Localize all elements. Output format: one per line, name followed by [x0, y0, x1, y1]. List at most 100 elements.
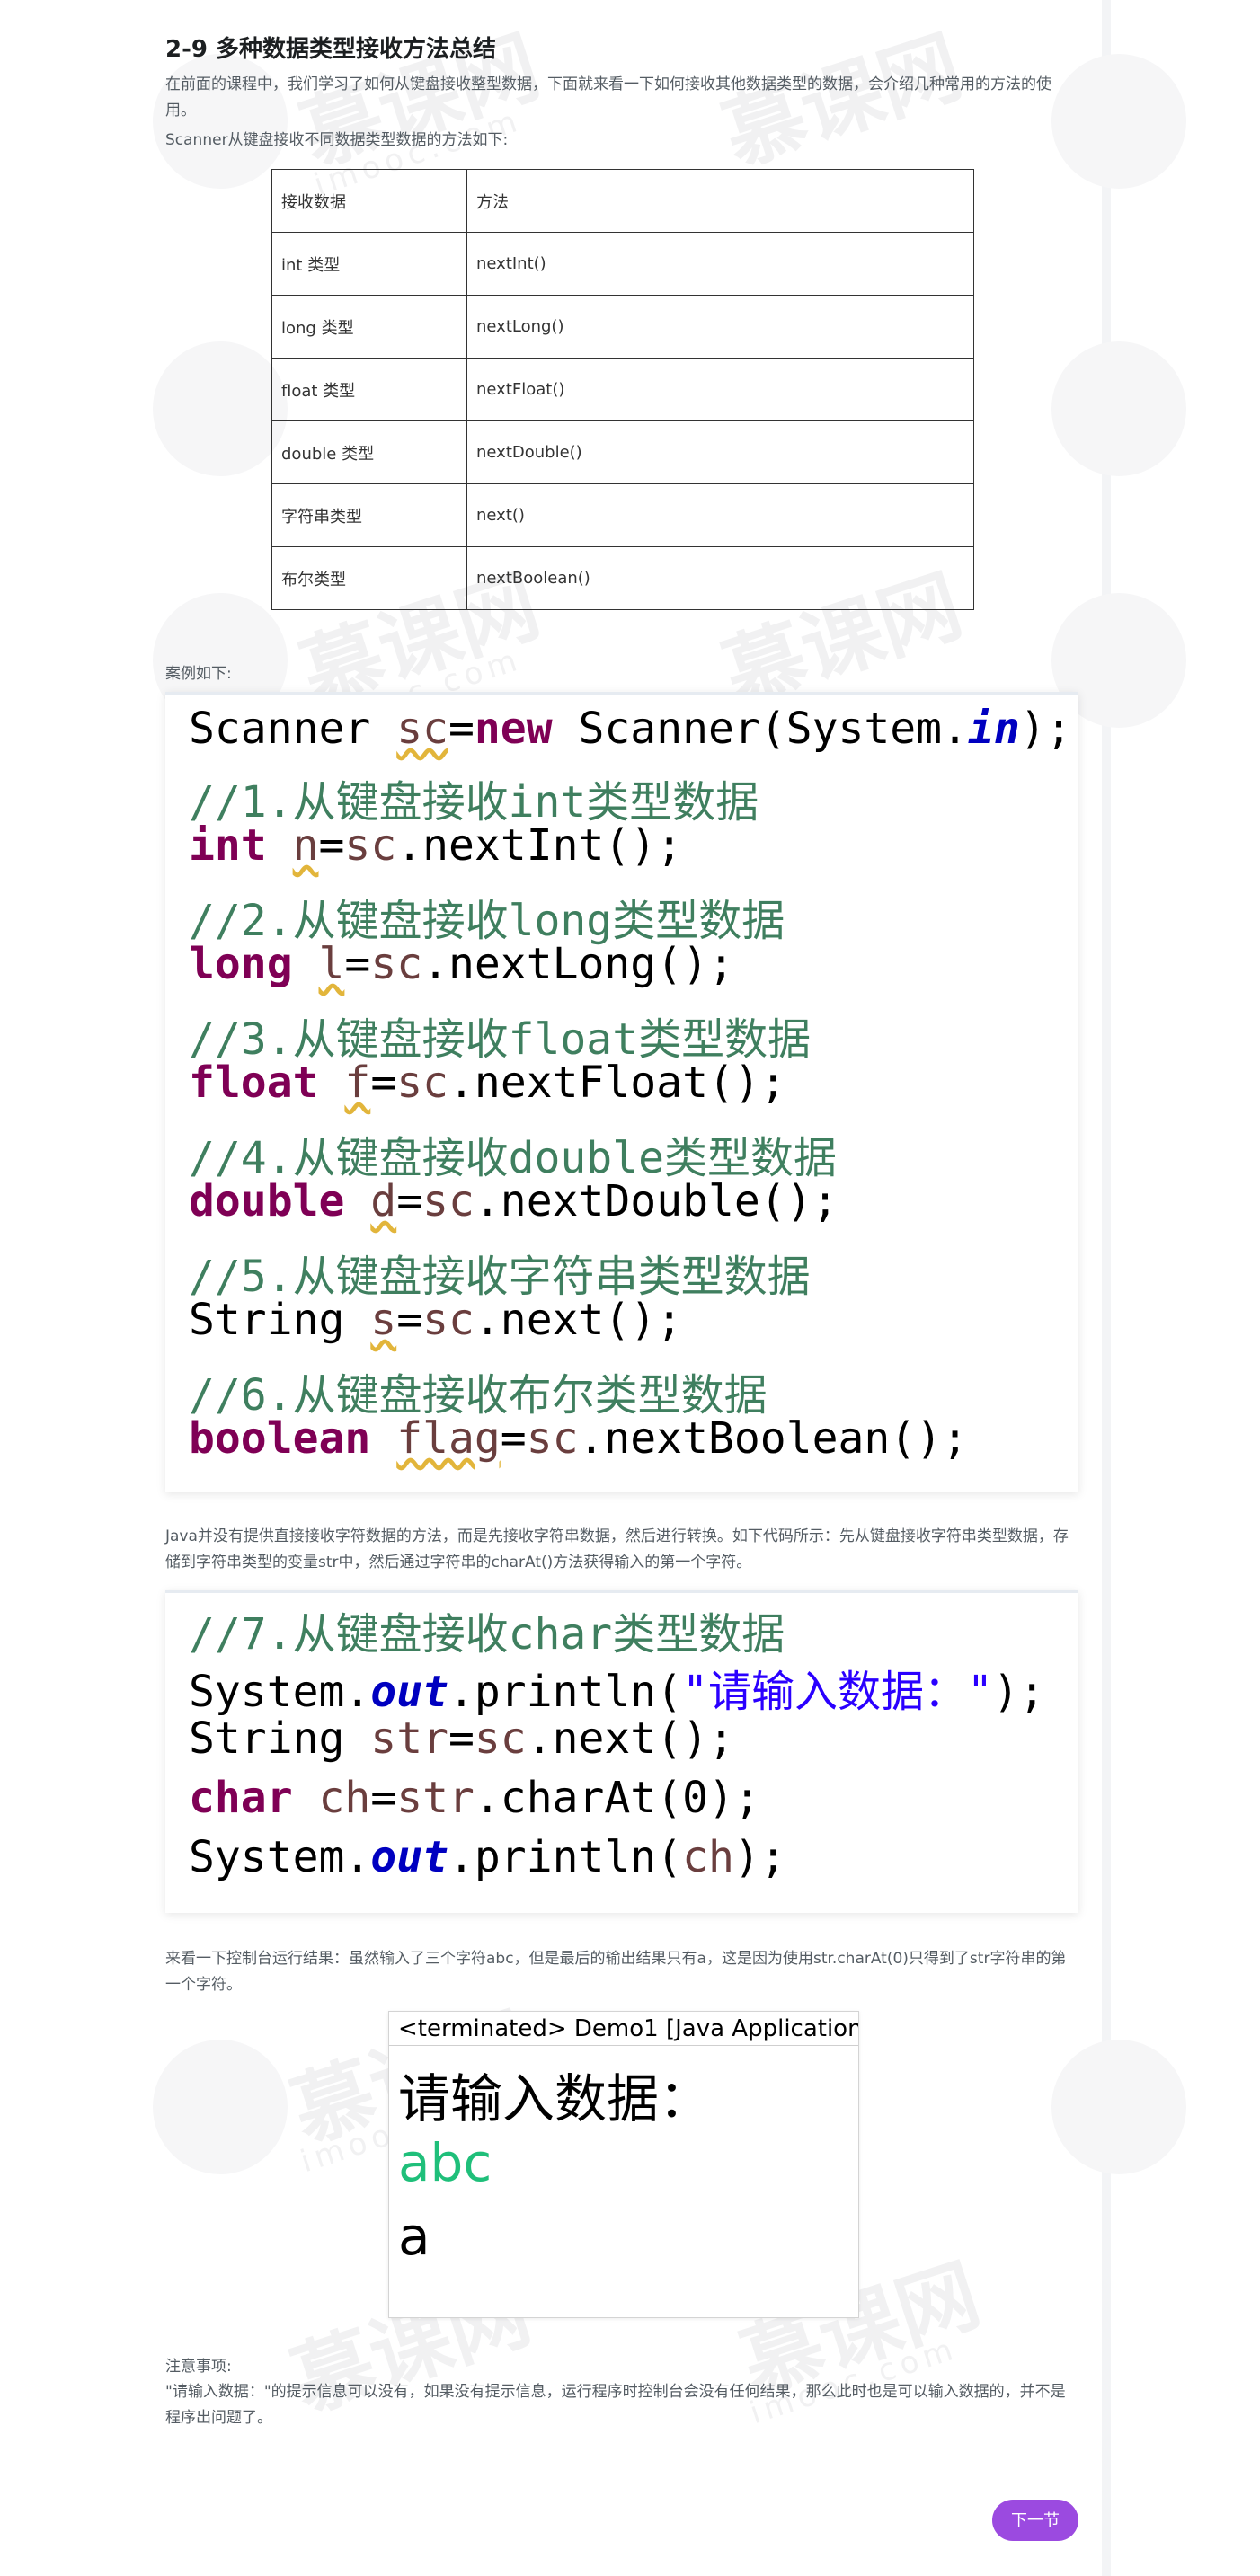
code-token: d [370, 1176, 397, 1226]
code-token: .println( [448, 1832, 683, 1882]
code-token: new [474, 704, 553, 754]
code-line: Scanner sc=new Scanner(System.in); [189, 704, 1072, 754]
code-token: .nextLong(); [422, 939, 734, 989]
code-token: System. [189, 1667, 371, 1717]
code-token: boolean [189, 1413, 371, 1464]
code-block-char: //7.从键盘接收char类型数据 System.out.println("请输… [165, 1590, 1078, 1913]
code-token: sc [422, 1295, 475, 1345]
code-token: in [967, 704, 1020, 754]
code-token: sc [396, 1058, 449, 1108]
code-token: sc [344, 820, 397, 871]
intro-paragraph: 在前面的课程中，我们学习了如何从键盘接收整型数据，下面就来看一下如何接收其他数据… [165, 75, 1051, 120]
table-row: int 类型 nextInt() [271, 232, 974, 296]
table-row: 布尔类型 nextBoolean() [271, 546, 974, 610]
watermark-logo-icon [153, 2040, 288, 2174]
console-header: <terminated> Demo1 [Java Application [389, 2012, 858, 2046]
code-line: float f=sc.nextFloat(); [189, 1058, 786, 1108]
code-token: out [370, 1832, 448, 1882]
method-cell: nextInt() [466, 232, 974, 296]
code-token: = [318, 820, 345, 871]
code-token: .nextFloat(); [448, 1058, 786, 1108]
method-cell: nextFloat() [466, 358, 974, 421]
code-token: = [370, 1773, 397, 1823]
method-cell: next() [466, 483, 974, 547]
code-token: l [318, 939, 345, 989]
code-token: = [396, 1176, 423, 1226]
code-token: ); [733, 1832, 786, 1882]
code-token: String [189, 1295, 371, 1345]
code-token: n [292, 820, 319, 871]
console-output-panel: <terminated> Demo1 [Java Application 请输入… [388, 2011, 859, 2318]
code-token: double [189, 1176, 345, 1226]
char-explanation: Java并没有提供直接接收字符数据的方法，而是先接收字符串数据，然后进行转换。如… [165, 1527, 1069, 1571]
code-token: = [500, 1413, 527, 1464]
method-cell: nextDouble() [466, 420, 974, 484]
code-token: .charAt(0); [474, 1773, 760, 1823]
type-cell: long 类型 [271, 295, 467, 359]
type-cell: int 类型 [271, 232, 467, 296]
table-caption: Scanner从键盘接收不同数据类型数据的方法如下: [165, 131, 509, 149]
type-cell: 字符串类型 [271, 483, 467, 547]
code-line: System.out.println(ch); [189, 1832, 786, 1882]
code-token: = [448, 1713, 475, 1764]
code-token: "请输入数据：" [682, 1667, 993, 1717]
table-row: float 类型 nextFloat() [271, 358, 974, 421]
code-line: boolean flag=sc.nextBoolean(); [189, 1413, 968, 1464]
code-line: double d=sc.nextDouble(); [189, 1176, 838, 1226]
code-line: int n=sc.nextInt(); [189, 820, 682, 871]
code-token: .nextDouble(); [474, 1176, 839, 1226]
code-line: char ch=str.charAt(0); [189, 1773, 760, 1823]
code-token: out [370, 1667, 448, 1717]
code-token: int [189, 820, 267, 871]
code-token: Scanner [189, 704, 397, 754]
code-token: .println( [448, 1667, 683, 1717]
console-input: abc [398, 2132, 492, 2193]
note-title: 注意事项: [165, 2358, 232, 2376]
table-header-cell: 方法 [466, 169, 974, 233]
code-token: str [370, 1713, 448, 1764]
code-block-scanner: Scanner sc=new Scanner(System.in); //1.从… [165, 692, 1078, 1492]
code-token: long [189, 939, 293, 989]
table-header-cell: 接收数据 [271, 169, 467, 233]
code-token: String [189, 1713, 371, 1764]
watermark-logo-icon [1051, 341, 1186, 476]
note-body: "请输入数据："的提示信息可以没有，如果没有提示信息，运行程序时控制台会没有任何… [165, 2383, 1066, 2427]
next-section-button[interactable]: 下一节 [992, 2500, 1078, 2541]
code-token: .next(); [474, 1295, 683, 1345]
type-cell: 布尔类型 [271, 546, 467, 610]
code-token: = [370, 1058, 397, 1108]
code-line: long l=sc.nextLong(); [189, 939, 734, 989]
code-token: ); [1019, 704, 1072, 754]
code-token: s [370, 1295, 397, 1345]
table-row: long 类型 nextLong() [271, 295, 974, 359]
code-token: flag [396, 1413, 501, 1464]
console-output: a [398, 2206, 430, 2267]
code-token: = [448, 704, 475, 754]
code-token: sc [422, 1176, 475, 1226]
code-line: System.out.println("请输入数据："); [189, 1656, 1045, 1719]
code-token: f [344, 1058, 371, 1108]
type-cell: double 类型 [271, 420, 467, 484]
method-cell: nextLong() [466, 295, 974, 359]
code-token: .nextBoolean(); [578, 1413, 968, 1464]
code-token: ch [318, 1773, 371, 1823]
watermark-logo-icon [1051, 2040, 1186, 2174]
code-comment: //7.从键盘接收char类型数据 [189, 1609, 785, 1660]
table-header-row: 接收数据 方法 [271, 169, 974, 233]
result-explanation: 来看一下控制台运行结果：虽然输入了三个字符abc，但是最后的输出结果只有a，这是… [165, 1950, 1067, 1994]
code-token: = [344, 939, 371, 989]
console-prompt: 请输入数据： [398, 2068, 712, 2129]
table-row: 字符串类型 next() [271, 483, 974, 547]
code-line: String s=sc.next(); [189, 1295, 682, 1345]
code-token: sc [474, 1713, 527, 1764]
code-token: ch [682, 1832, 734, 1882]
code-token: .nextInt(); [396, 820, 683, 871]
code-token: sc [396, 704, 448, 754]
code-token: System. [189, 1832, 371, 1882]
method-cell: nextBoolean() [466, 546, 974, 610]
